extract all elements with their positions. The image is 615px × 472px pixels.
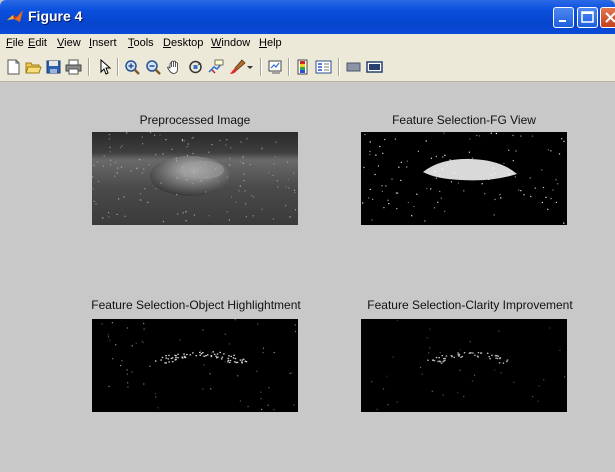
figure-canvas: Preprocessed Image Feature Selection-FG … <box>0 82 615 472</box>
toolbar-separator <box>260 58 262 76</box>
close-button[interactable] <box>600 7 615 28</box>
toolbar-separator <box>88 58 90 76</box>
minimize-button[interactable] <box>553 7 574 28</box>
open-file-icon[interactable] <box>25 59 42 75</box>
menu-tools[interactable]: Tools <box>128 37 154 49</box>
menu-help[interactable]: Help <box>259 37 282 49</box>
maximize-icon <box>581 11 594 23</box>
image-clarity-improvement <box>361 319 567 412</box>
minimize-icon <box>559 20 566 22</box>
matlab-logo-icon <box>7 10 23 22</box>
figure-window: Figure 4 File Edit View Insert Tools Des… <box>0 0 615 472</box>
colorbar-icon[interactable] <box>294 59 311 75</box>
axes-title-preprocessed-image: Preprocessed Image <box>139 113 251 127</box>
title-bar[interactable]: Figure 4 <box>0 0 615 34</box>
zoom-in-icon[interactable] <box>124 59 141 75</box>
new-figure-icon[interactable] <box>5 59 22 75</box>
legend-icon[interactable] <box>315 59 332 75</box>
brush-dropdown-icon[interactable] <box>246 59 254 75</box>
pointer-icon[interactable] <box>96 59 113 75</box>
rotate-3d-icon[interactable] <box>187 59 204 75</box>
axes-title-object-highlightment: Feature Selection-Object Highlightment <box>91 298 301 312</box>
menu-insert[interactable]: Insert <box>89 37 117 49</box>
maximize-button[interactable] <box>577 7 598 28</box>
save-icon[interactable] <box>45 59 62 75</box>
menu-window[interactable]: Window <box>211 37 250 49</box>
menu-file[interactable]: File <box>6 37 24 49</box>
data-cursor-icon[interactable] <box>208 59 225 75</box>
print-icon[interactable] <box>65 59 82 75</box>
axes-title-fg-view: Feature Selection-FG View <box>392 113 536 127</box>
window-title: Figure 4 <box>28 8 83 24</box>
image-preprocessed <box>92 132 298 225</box>
close-icon <box>605 12 615 23</box>
toolbar-separator <box>338 58 340 76</box>
menu-desktop[interactable]: Desktop <box>163 37 203 49</box>
image-object-highlightment <box>92 319 298 412</box>
image-fg-view <box>361 132 567 225</box>
figure-toolbar <box>0 53 615 82</box>
menu-view[interactable]: View <box>57 37 81 49</box>
show-plot-tools-icon[interactable] <box>366 59 383 75</box>
hide-plot-tools-icon[interactable] <box>345 59 362 75</box>
menu-edit[interactable]: Edit <box>28 37 47 49</box>
toolbar-separator <box>117 58 119 76</box>
toolbar-separator <box>288 58 290 76</box>
menu-bar: File Edit View Insert Tools Desktop Wind… <box>0 34 615 53</box>
brush-icon[interactable] <box>229 59 246 75</box>
link-plot-icon[interactable] <box>267 59 284 75</box>
zoom-out-icon[interactable] <box>145 59 162 75</box>
pan-icon[interactable] <box>166 59 183 75</box>
axes-title-clarity-improvement: Feature Selection-Clarity Improvement <box>367 298 573 312</box>
